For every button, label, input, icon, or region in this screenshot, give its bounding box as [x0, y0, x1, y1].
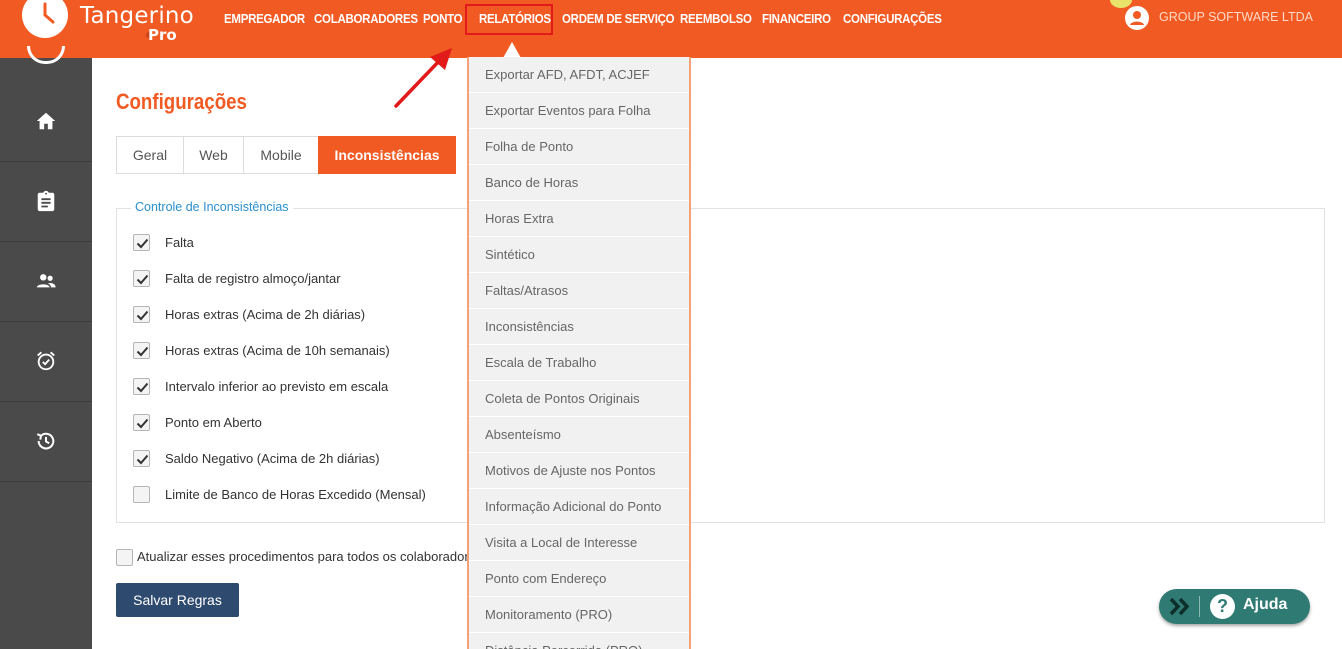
- update-all-checkbox[interactable]: [116, 549, 133, 566]
- people-icon: [36, 274, 56, 288]
- checkbox-label: Horas extras (Acima de 10h semanais): [165, 343, 390, 358]
- company-name[interactable]: GROUP SOFTWARE LTDA: [1159, 10, 1313, 24]
- inconsistency-control-legend: Controle de Inconsistências: [131, 200, 293, 214]
- checkbox-label: Saldo Negativo (Acima de 2h diárias): [165, 451, 380, 466]
- nav-ponto[interactable]: PONTO: [423, 10, 463, 28]
- menu-item-exportar-eventos[interactable]: Exportar Eventos para Folha: [469, 93, 689, 129]
- menu-item-horas-extra[interactable]: Horas Extra: [469, 201, 689, 237]
- active-nav-highlight: [465, 4, 553, 35]
- nav-reembolso[interactable]: REEMBOLSO: [680, 10, 752, 28]
- dropdown-caret: [503, 42, 521, 58]
- menu-item-escala-de-trabalho[interactable]: Escala de Trabalho: [469, 345, 689, 381]
- menu-item-ponto-com-endereco[interactable]: Ponto com Endereço: [469, 561, 689, 597]
- menu-item-sintetico[interactable]: Sintético: [469, 237, 689, 273]
- clock-partial-icon: [27, 46, 65, 64]
- update-all-label: Atualizar esses procedimentos para todos…: [137, 549, 483, 564]
- brand-name[interactable]: Tangerino: [80, 3, 194, 29]
- tab-inconsistencias[interactable]: Inconsistências: [318, 136, 456, 174]
- nav-ordem-de-servico[interactable]: ORDEM DE SERVIÇO: [562, 10, 675, 28]
- checkbox-checked[interactable]: [133, 342, 150, 359]
- menu-item-distancia-percorrida[interactable]: Distância Percorrida (PRO): [469, 633, 689, 649]
- nav-empregador[interactable]: EMPREGADOR: [224, 10, 305, 28]
- brand-suffix: Pro: [148, 26, 177, 44]
- checkbox-checked[interactable]: [133, 450, 150, 467]
- sidebar-item-people[interactable]: [0, 242, 92, 322]
- tab-mobile[interactable]: Mobile: [243, 136, 319, 174]
- tab-geral[interactable]: Geral: [116, 136, 184, 174]
- nav-configuracoes[interactable]: CONFIGURAÇÕES: [843, 10, 942, 28]
- checkbox-checked[interactable]: [133, 414, 150, 431]
- left-sidebar: [0, 46, 92, 649]
- checkbox-checked[interactable]: [133, 306, 150, 323]
- menu-item-faltas-atrasos[interactable]: Faltas/Atrasos: [469, 273, 689, 309]
- menu-item-motivos-de-ajuste[interactable]: Motivos de Ajuste nos Pontos: [469, 453, 689, 489]
- menu-item-banco-de-horas[interactable]: Banco de Horas: [469, 165, 689, 201]
- page-title: Configurações: [116, 89, 247, 114]
- tab-web[interactable]: Web: [183, 136, 244, 174]
- sidebar-item-home[interactable]: [0, 82, 92, 162]
- checkbox-label: Horas extras (Acima de 2h diárias): [165, 307, 366, 322]
- nav-financeiro[interactable]: FINANCEIRO: [762, 10, 831, 28]
- sidebar-item-history[interactable]: [0, 402, 92, 482]
- clock-logo-icon[interactable]: [22, 0, 68, 38]
- clipboard-icon: [37, 190, 55, 212]
- checkbox-checked[interactable]: [133, 378, 150, 395]
- home-icon: [36, 112, 56, 130]
- save-rules-button[interactable]: Salvar Regras: [116, 583, 239, 617]
- menu-item-visita-local[interactable]: Visita a Local de Interesse: [469, 525, 689, 561]
- sidebar-item-alarm[interactable]: [0, 322, 92, 402]
- menu-item-exportar-afd[interactable]: Exportar AFD, AFDT, ACJEF: [469, 57, 689, 93]
- help-button[interactable]: ? Ajuda: [1159, 589, 1310, 624]
- checkbox-label: Ponto em Aberto: [165, 415, 262, 430]
- user-avatar-icon[interactable]: [1125, 6, 1149, 30]
- menu-item-absenteismo[interactable]: Absenteísmo: [469, 417, 689, 453]
- checkbox-label: Limite de Banco de Horas Excedido (Mensa…: [165, 487, 426, 502]
- question-mark-icon: ?: [1210, 594, 1235, 619]
- checkbox-label: Falta de registro almoço/jantar: [165, 271, 341, 286]
- menu-item-coleta-de-pontos[interactable]: Coleta de Pontos Originais: [469, 381, 689, 417]
- annotation-arrow-icon: [394, 48, 452, 108]
- menu-item-folha-de-ponto[interactable]: Folha de Ponto: [469, 129, 689, 165]
- help-label: Ajuda: [1243, 596, 1288, 613]
- menu-item-inconsistencias[interactable]: Inconsistências: [469, 309, 689, 345]
- history-icon: [36, 432, 55, 450]
- sidebar-item-clipboard[interactable]: [0, 162, 92, 242]
- help-separator: [1199, 596, 1200, 617]
- alarm-icon: [37, 351, 55, 371]
- checkbox-checked[interactable]: [133, 234, 150, 251]
- inconsistency-control-panel: [116, 208, 1325, 523]
- checkbox-label: Falta: [165, 235, 194, 250]
- checkbox-unchecked[interactable]: [133, 486, 150, 503]
- reports-dropdown-menu: Exportar AFD, AFDT, ACJEF Exportar Event…: [467, 57, 691, 649]
- nav-colaboradores[interactable]: COLABORADORES: [314, 10, 418, 28]
- menu-item-monitoramento[interactable]: Monitoramento (PRO): [469, 597, 689, 633]
- checkbox-checked[interactable]: [133, 270, 150, 287]
- double-chevron-right-icon: [1169, 597, 1190, 616]
- top-navbar: Tangerino Pro EMPREGADOR COLABORADORES P…: [0, 0, 1342, 58]
- checkbox-label: Intervalo inferior ao previsto em escala: [165, 379, 389, 394]
- menu-item-informacao-adicional[interactable]: Informação Adicional do Ponto: [469, 489, 689, 525]
